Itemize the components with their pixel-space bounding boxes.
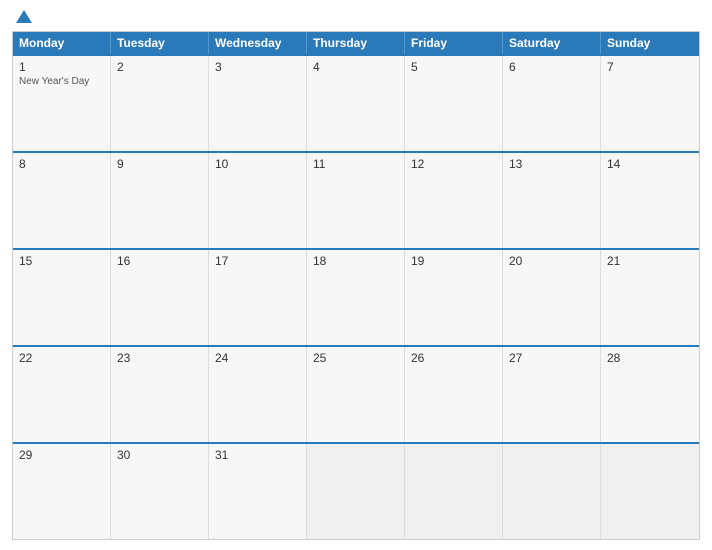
day-cell: 10 <box>209 153 307 248</box>
day-cell: 8 <box>13 153 111 248</box>
day-cell: 24 <box>209 347 307 442</box>
day-cell: 30 <box>111 444 209 539</box>
day-cell: 26 <box>405 347 503 442</box>
day-header-saturday: Saturday <box>503 32 601 54</box>
day-header-thursday: Thursday <box>307 32 405 54</box>
day-number: 23 <box>117 351 202 365</box>
week-row-5: 29 30 31 <box>13 442 699 539</box>
day-cell: 6 <box>503 56 601 151</box>
day-header-sunday: Sunday <box>601 32 699 54</box>
day-number: 10 <box>215 157 300 171</box>
day-number: 16 <box>117 254 202 268</box>
day-number: 20 <box>509 254 594 268</box>
weeks: 1New Year's Day2345678910111213141516171… <box>13 54 699 539</box>
week-row-4: 22 23 24 25 26 27 28 <box>13 345 699 442</box>
day-cell: 12 <box>405 153 503 248</box>
day-number: 19 <box>411 254 496 268</box>
day-cell: 28 <box>601 347 699 442</box>
day-number: 1 <box>19 60 104 74</box>
day-number: 25 <box>313 351 398 365</box>
day-cell: 18 <box>307 250 405 345</box>
day-cell: 29 <box>13 444 111 539</box>
day-number: 27 <box>509 351 594 365</box>
day-cell: 2 <box>111 56 209 151</box>
day-cell: 13 <box>503 153 601 248</box>
calendar-grid: Monday Tuesday Wednesday Thursday Friday… <box>12 31 700 540</box>
week-row-3: 15 16 17 18 19 20 21 <box>13 248 699 345</box>
day-cell: 23 <box>111 347 209 442</box>
day-number: 9 <box>117 157 202 171</box>
day-number: 15 <box>19 254 104 268</box>
day-number: 24 <box>215 351 300 365</box>
day-number: 4 <box>313 60 398 74</box>
header <box>12 10 700 23</box>
day-header-friday: Friday <box>405 32 503 54</box>
day-cell: 31 <box>209 444 307 539</box>
day-cell: 19 <box>405 250 503 345</box>
day-number: 2 <box>117 60 202 74</box>
day-cell: 16 <box>111 250 209 345</box>
day-cell: 17 <box>209 250 307 345</box>
day-number: 13 <box>509 157 594 171</box>
week-row-1: 1 New Year's Day 234567 <box>13 54 699 151</box>
day-header-tuesday: Tuesday <box>111 32 209 54</box>
day-cell: 27 <box>503 347 601 442</box>
logo-blue-row <box>12 10 32 23</box>
day-cell <box>307 444 405 539</box>
day-number: 26 <box>411 351 496 365</box>
day-cell <box>405 444 503 539</box>
day-header-monday: Monday <box>13 32 111 54</box>
calendar-container: Monday Tuesday Wednesday Thursday Friday… <box>0 0 712 550</box>
day-number: 21 <box>607 254 693 268</box>
day-cell: 15 <box>13 250 111 345</box>
day-number: 18 <box>313 254 398 268</box>
week-row-2: 89 10 11 12 13 14 <box>13 151 699 248</box>
day-cell: 22 <box>13 347 111 442</box>
day-number: 7 <box>607 60 693 74</box>
day-number: 5 <box>411 60 496 74</box>
day-number: 31 <box>215 448 300 462</box>
day-number: 6 <box>509 60 594 74</box>
day-cell: 25 <box>307 347 405 442</box>
day-cell: 14 <box>601 153 699 248</box>
day-number: 28 <box>607 351 693 365</box>
day-number: 12 <box>411 157 496 171</box>
day-number: 17 <box>215 254 300 268</box>
day-cell <box>503 444 601 539</box>
day-number: 3 <box>215 60 300 74</box>
day-headers-row: Monday Tuesday Wednesday Thursday Friday… <box>13 32 699 54</box>
day-cell: 21 <box>601 250 699 345</box>
holiday-label: New Year's Day <box>19 76 104 87</box>
day-cell: 9 <box>111 153 209 248</box>
day-cell: 1 New Year's Day <box>13 56 111 151</box>
day-cell: 4 <box>307 56 405 151</box>
logo-triangle-icon <box>16 10 32 23</box>
day-cell: 3 <box>209 56 307 151</box>
day-cell: 20 <box>503 250 601 345</box>
day-number: 29 <box>19 448 104 462</box>
day-number: 11 <box>313 157 398 171</box>
day-cell <box>601 444 699 539</box>
day-number: 22 <box>19 351 104 365</box>
day-cell: 5 <box>405 56 503 151</box>
logo <box>12 10 32 23</box>
day-number: 8 <box>19 157 104 171</box>
day-number: 30 <box>117 448 202 462</box>
day-cell: 7 <box>601 56 699 151</box>
day-cell: 11 <box>307 153 405 248</box>
day-number: 14 <box>607 157 693 171</box>
day-header-wednesday: Wednesday <box>209 32 307 54</box>
